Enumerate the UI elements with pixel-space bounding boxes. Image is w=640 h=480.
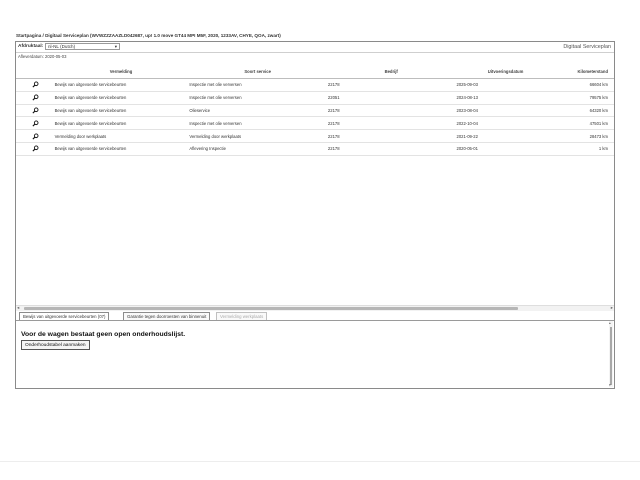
- row-action: Bewijs van uitgevoerde servicebeurten: [53, 116, 189, 131]
- row-service: Inspectie met olie verversen: [188, 91, 327, 105]
- row-company: 22178: [326, 78, 456, 92]
- table-row[interactable]: Vermelding door werkplaats Vermelding do…: [16, 129, 614, 143]
- page-divider: [0, 461, 640, 462]
- tab-garantie-doorroesten[interactable]: Garantie tegen doorroesten van binnenuit: [123, 312, 211, 320]
- column-header-bedrijf[interactable]: Bedrijf: [326, 64, 456, 79]
- column-header-kilometerstand[interactable]: Kilometerstand: [555, 64, 614, 79]
- vertical-scrollbar[interactable]: ▴ ▾: [609, 321, 613, 387]
- magnifier-icon[interactable]: [16, 104, 54, 118]
- table-header-row: Vermelding Soort service Bedrijf Uitvoer…: [16, 64, 614, 79]
- row-company: 22178: [326, 116, 456, 131]
- table-row[interactable]: Bewijs van uitgevoerde servicebeurten Ol…: [16, 104, 614, 118]
- row-service: Inspectie met olie verversen: [188, 116, 327, 131]
- language-select[interactable]: nl-NL (Dutch) ▾: [45, 43, 120, 50]
- breadcrumb: Startpagina / Digitaal Serviceplan (WVWZ…: [16, 33, 281, 38]
- tab-uitgevoerde-servicebeurten[interactable]: Bewijs van uitgevoerde servicebeurten (0…: [19, 312, 110, 320]
- row-service: Olieservice: [188, 104, 327, 118]
- tab-content-panel: Voor de wagen bestaat geen open onderhou…: [16, 321, 614, 388]
- tab-vermelding-werkplaats: Vermelding werkplaats: [216, 312, 268, 320]
- delivery-date: Afleverdatum: 2020-05-03: [18, 54, 67, 59]
- horizontal-scrollbar-thumb[interactable]: [24, 307, 518, 310]
- column-header-soort-service[interactable]: Soort service: [188, 64, 327, 79]
- magnifier-icon[interactable]: [16, 78, 54, 92]
- row-date: 2024-08-13: [455, 91, 556, 105]
- row-service: Vermelding door werkplaats: [188, 129, 327, 143]
- row-km: 79575 km: [555, 91, 614, 105]
- language-label: Afdruktaal:: [18, 44, 44, 49]
- service-plan-window: Afdruktaal: nl-NL (Dutch) ▾ Digitaal Ser…: [15, 41, 615, 389]
- magnifier-icon[interactable]: [16, 116, 54, 131]
- table-row[interactable]: Bewijs van uitgevoerde servicebeurten In…: [16, 91, 614, 105]
- row-service: Aflevering Inspectie: [188, 142, 327, 156]
- row-company: 22178: [326, 142, 456, 156]
- row-action: Vermelding door werkplaats: [53, 129, 189, 143]
- column-header-icon: [16, 64, 54, 79]
- chevron-down-icon: ▾: [114, 44, 117, 49]
- scroll-down-icon[interactable]: ▾: [609, 383, 611, 387]
- row-action: Bewijs van uitgevoerde servicebeurten: [53, 142, 189, 156]
- table-row[interactable]: Bewijs van uitgevoerde servicebeurten Af…: [16, 142, 614, 156]
- service-history-table: Vermelding Soort service Bedrijf Uitvoer…: [16, 64, 614, 156]
- app-title: Digitaal Serviceplan: [563, 44, 611, 50]
- row-action: Bewijs van uitgevoerde servicebeurten: [53, 104, 189, 118]
- create-maintenance-table-button[interactable]: Onderhoudstabel aanmaken: [21, 340, 90, 350]
- magnifier-icon[interactable]: [16, 91, 54, 105]
- tab-bar: Bewijs van uitgevoerde servicebeurten (0…: [16, 311, 614, 321]
- row-company: 22178: [326, 104, 456, 118]
- row-date: 2020-05-01: [455, 142, 556, 156]
- row-date: 2022-10-04: [455, 116, 556, 131]
- scroll-up-icon[interactable]: ▴: [609, 321, 611, 325]
- row-action: Bewijs van uitgevoerde servicebeurten: [53, 78, 189, 92]
- top-toolbar: Afdruktaal: nl-NL (Dutch) ▾ Digitaal Ser…: [16, 42, 614, 53]
- column-header-vermelding[interactable]: Vermelding: [53, 64, 189, 79]
- row-date: 2021-09-22: [455, 129, 556, 143]
- no-open-maintenance-message: Voor de wagen bestaat geen open onderhou…: [21, 331, 186, 338]
- magnifier-icon[interactable]: [16, 142, 54, 156]
- row-km: 64320 km: [555, 104, 614, 118]
- row-date: 2023-08-04: [455, 104, 556, 118]
- table-row[interactable]: Bewijs van uitgevoerde servicebeurten In…: [16, 116, 614, 131]
- row-km: 47501 km: [555, 116, 614, 131]
- table-row[interactable]: Bewijs van uitgevoerde servicebeurten In…: [16, 78, 614, 92]
- row-company: 22051: [326, 91, 456, 105]
- magnifier-icon[interactable]: [16, 129, 54, 143]
- vertical-scrollbar-thumb[interactable]: [610, 327, 612, 385]
- column-header-uitvoeringsdatum[interactable]: Uitvoeringsdatum: [455, 64, 556, 79]
- row-km: 66604 km: [555, 78, 614, 92]
- row-company: 22178: [326, 129, 456, 143]
- row-date: 2025-09-03: [455, 78, 556, 92]
- row-km: 1 km: [555, 142, 614, 156]
- row-service: Inspectie met olie verversen: [188, 78, 327, 92]
- language-select-value: nl-NL (Dutch): [48, 44, 76, 49]
- row-action: Bewijs van uitgevoerde servicebeurten: [53, 91, 189, 105]
- row-km: 28473 km: [555, 129, 614, 143]
